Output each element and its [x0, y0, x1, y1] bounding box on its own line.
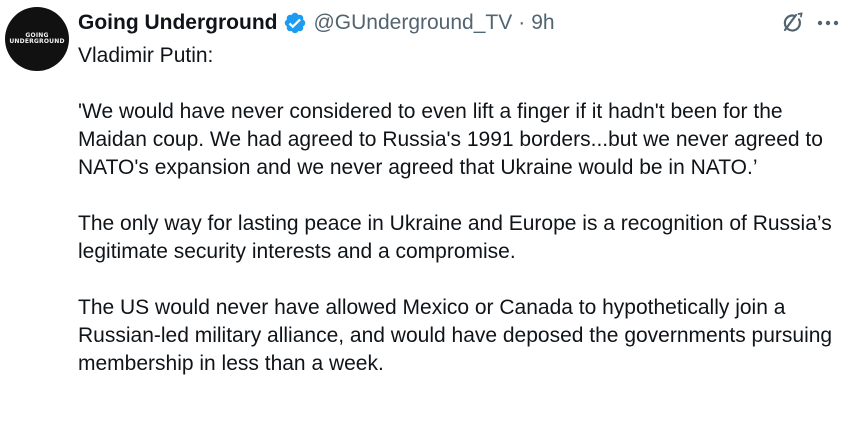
tweet-paragraph-1: Vladimir Putin: — [78, 44, 214, 67]
grok-icon[interactable] — [779, 10, 805, 36]
avatar[interactable]: GOING UNDERGROUND — [5, 7, 69, 71]
tweet: GOING UNDERGROUND Going Underground @GUn… — [0, 0, 859, 441]
user-handle[interactable]: @GUnderground_TV — [313, 11, 512, 35]
dot-separator: · — [518, 11, 526, 34]
display-name[interactable]: Going Underground — [78, 11, 277, 35]
more-options-icon[interactable] — [815, 10, 841, 36]
timestamp[interactable]: 9h — [531, 11, 554, 35]
tweet-paragraph-2: 'We would have never considered to even … — [78, 100, 823, 179]
avatar-logo-text: GOING UNDERGROUND — [9, 32, 65, 45]
tweet-paragraph-4: The US would never have allowed Mexico o… — [78, 296, 833, 375]
tweet-paragraph-3: The only way for lasting peace in Ukrain… — [78, 212, 832, 263]
verified-badge-icon[interactable] — [283, 11, 307, 35]
tweet-text: Vladimir Putin: 'We would have never con… — [78, 42, 853, 378]
tweet-top-actions — [779, 10, 841, 36]
tweet-header: Going Underground @GUnderground_TV · 9h — [78, 8, 555, 38]
